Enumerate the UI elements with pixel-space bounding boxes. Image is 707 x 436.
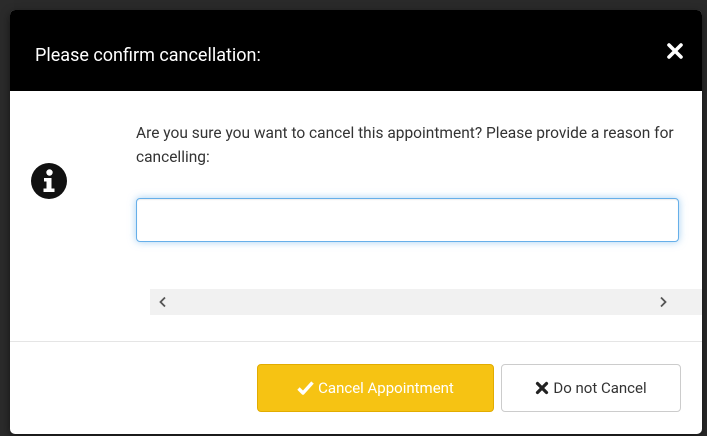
info-circle-icon [31, 163, 67, 199]
horizontal-scrollbar[interactable] [150, 289, 702, 315]
do-not-cancel-button[interactable]: Do not Cancel [501, 364, 681, 412]
chevron-left-icon[interactable] [150, 289, 176, 315]
chevron-right-icon[interactable] [650, 289, 676, 315]
dialog-title: Please confirm cancellation: [35, 45, 261, 66]
dialog-body: Are you sure you want to cancel this app… [10, 91, 702, 341]
checkmark-icon [297, 381, 314, 395]
close-icon[interactable] [666, 42, 684, 60]
cancel-appointment-label: Cancel Appointment [318, 379, 454, 397]
dialog-footer: Cancel Appointment Do not Cancel [10, 341, 702, 434]
dialog-message: Are you sure you want to cancel this app… [136, 124, 674, 166]
do-not-cancel-label: Do not Cancel [553, 379, 647, 397]
confirm-cancellation-dialog: Please confirm cancellation: Are you sur… [10, 10, 702, 434]
cancellation-reason-input[interactable] [136, 198, 679, 242]
x-icon [535, 381, 549, 395]
cancel-appointment-button[interactable]: Cancel Appointment [257, 364, 494, 412]
dialog-header: Please confirm cancellation: [10, 10, 702, 91]
